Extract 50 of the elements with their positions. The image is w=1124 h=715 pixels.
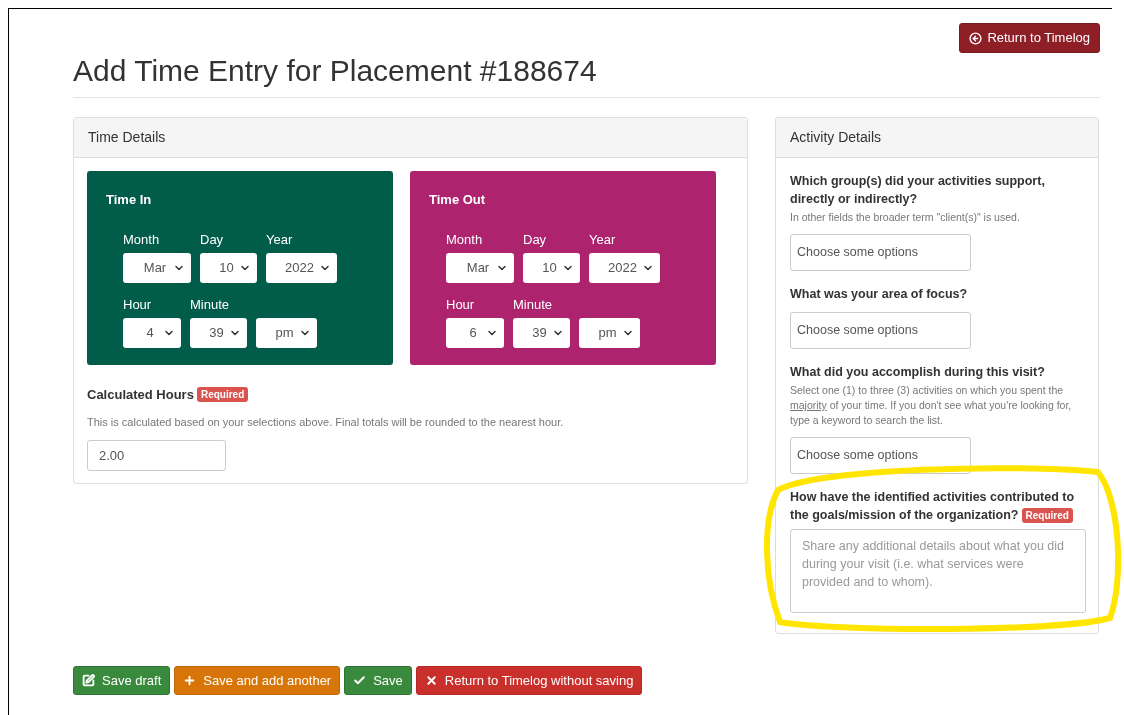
dropdown[interactable]: 4 <box>123 317 181 348</box>
field-label: Hour <box>446 296 476 312</box>
dropdown[interactable]: 10 <box>200 252 257 283</box>
question-label: What was your area of focus? <box>790 286 969 303</box>
dropdown[interactable]: 10 <box>523 252 580 283</box>
dropdown[interactable]: pm <box>579 317 640 348</box>
field-label: Minute <box>190 296 231 312</box>
field-label: Month <box>123 231 161 247</box>
help-text: This is calculated based on your selections above. Final totals will be rounded to the nearest hour. <box>87 414 565 430</box>
action-button[interactable]: Save <box>344 666 412 695</box>
question-label: How have the identified activities contributed to the goals/mission of the organization? Required <box>790 489 1076 524</box>
field-label: Calculated Hours <box>87 386 194 404</box>
close-icon <box>424 674 438 687</box>
panel-heading: Activity Details <box>790 128 882 147</box>
dropdown[interactable]: Mar <box>446 252 514 283</box>
dropdown[interactable]: pm <box>256 317 317 348</box>
block-title: Time Out <box>429 191 487 209</box>
field-label: Year <box>266 231 294 247</box>
dropdown[interactable]: Mar <box>123 252 191 283</box>
pen-icon <box>82 674 95 687</box>
help-text: Select one (1) to three (3) activities on which you spent the majority of your time. If you don't see what you're looking for, type a keyword to search the list. <box>790 383 1073 428</box>
dropdown[interactable]: 2022 <box>589 252 660 283</box>
hours-field[interactable]: 2.00 <box>87 440 226 471</box>
dropdown[interactable]: 39 <box>190 317 247 348</box>
question-label: Which group(s) did your activities support, directly or indirectly? <box>790 173 1046 208</box>
field-label: Minute <box>513 296 554 312</box>
field-label: Day <box>200 231 225 247</box>
field-label: Year <box>589 231 617 247</box>
block-title: Time In <box>106 191 153 209</box>
help-link[interactable]: majority <box>790 399 827 411</box>
action-button[interactable]: Return to Timelog without saving <box>415 666 643 695</box>
panel-heading: Time Details <box>88 128 166 147</box>
field-label: Month <box>446 231 484 247</box>
dropdown[interactable]: 39 <box>513 317 570 348</box>
question-label: What did you accomplish during this visit? <box>790 364 1046 381</box>
field-label: Day <box>523 231 548 247</box>
plus-icon <box>183 674 197 687</box>
check-icon <box>353 674 367 687</box>
help-text: In other fields the broader term "client(s)" is used. <box>790 210 1021 225</box>
multi-select-field[interactable]: Choose some options <box>790 437 971 474</box>
dropdown[interactable]: 6 <box>446 317 504 348</box>
multi-select-field[interactable]: Choose some options <box>790 312 971 349</box>
page-title: Add Time Entry for Placement #188674 <box>73 53 1100 98</box>
field-label: Hour <box>123 296 153 312</box>
required-badge: Required <box>196 387 249 403</box>
dropdown[interactable]: 2022 <box>266 252 337 283</box>
return-button[interactable]: Return to Timelog <box>959 23 1100 53</box>
multi-select-field[interactable]: Choose some options <box>790 234 971 271</box>
required-badge: Required <box>1021 508 1073 524</box>
action-button[interactable]: Save draft <box>73 666 171 695</box>
